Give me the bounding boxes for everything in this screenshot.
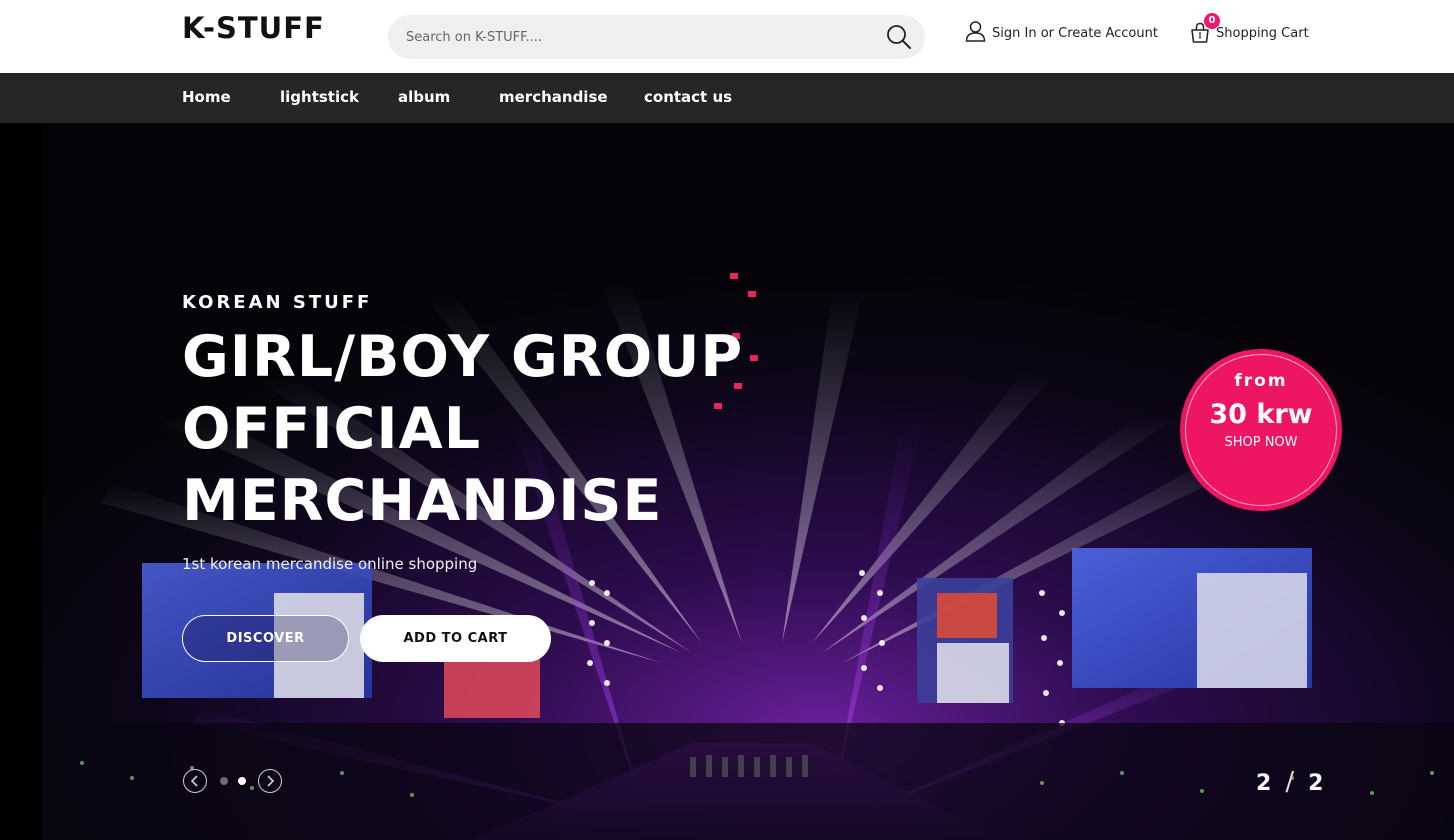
- chevron-right-icon: [267, 775, 275, 787]
- hero-headline-line-2: OFFICIAL: [182, 396, 482, 462]
- site-logo[interactable]: K-STUFF: [182, 11, 325, 45]
- slide-separator: /: [1285, 767, 1297, 797]
- promo-badge[interactable]: from 30 krw SHOP NOW: [1180, 349, 1342, 511]
- promo-from: from: [1234, 371, 1288, 391]
- hero-headline-line-3: MERCHANDISE: [182, 468, 663, 534]
- nav-item-home[interactable]: Home: [182, 73, 231, 123]
- search-input[interactable]: [406, 15, 876, 59]
- hero-headline-line-1: GIRL/BOY GROUP: [182, 324, 744, 390]
- slider-next-button[interactable]: [258, 769, 282, 793]
- chevron-left-icon: [190, 775, 198, 787]
- hero-left-gutter: [0, 123, 42, 840]
- sign-in-label: Sign In or Create Account: [992, 25, 1158, 41]
- slide-total: 2: [1308, 771, 1326, 796]
- slider-dot-2-active[interactable]: [238, 777, 246, 785]
- cart-count-badge: 0: [1204, 13, 1220, 29]
- hero-eyebrow: KOREAN STUFF: [182, 292, 373, 313]
- user-icon: [965, 20, 986, 46]
- hero-headline: GIRL/BOY GROUP OFFICIAL MERCHANDISE: [182, 321, 802, 537]
- search-bar: [388, 15, 925, 59]
- slider-prev-button[interactable]: [183, 769, 207, 793]
- promo-price: 30 krw: [1209, 399, 1313, 430]
- hero-slider: KOREAN STUFF GIRL/BOY GROUP OFFICIAL MER…: [0, 123, 1454, 840]
- sign-in-link[interactable]: Sign In or Create Account: [965, 20, 1158, 46]
- slider-dot-1[interactable]: [220, 777, 228, 785]
- slide-current: 2: [1256, 771, 1274, 796]
- site-header: K-STUFF Sign In or Create Account 0: [0, 0, 1454, 73]
- add-to-cart-button[interactable]: ADD TO CART: [360, 615, 551, 662]
- nav-item-contact-us[interactable]: contact us: [644, 73, 732, 123]
- shopping-cart-label: Shopping Cart: [1216, 25, 1309, 41]
- promo-shop-now: SHOP NOW: [1224, 435, 1298, 450]
- discover-button[interactable]: DISCOVER: [182, 615, 349, 662]
- search-icon[interactable]: [885, 23, 913, 51]
- shopping-cart-link[interactable]: 0 Shopping Cart: [1189, 13, 1309, 46]
- nav-item-lightstick[interactable]: lightstick: [280, 73, 359, 123]
- slide-counter: 2 / 2: [1256, 767, 1325, 797]
- nav-item-album[interactable]: album: [398, 73, 450, 123]
- nav-item-merchandise[interactable]: merchandise: [499, 73, 608, 123]
- shopping-bag-icon: 0: [1189, 13, 1220, 44]
- hero-subline: 1st korean mercandise online shopping: [182, 555, 478, 573]
- main-nav: Home lightstick album merchandise contac…: [0, 73, 1454, 123]
